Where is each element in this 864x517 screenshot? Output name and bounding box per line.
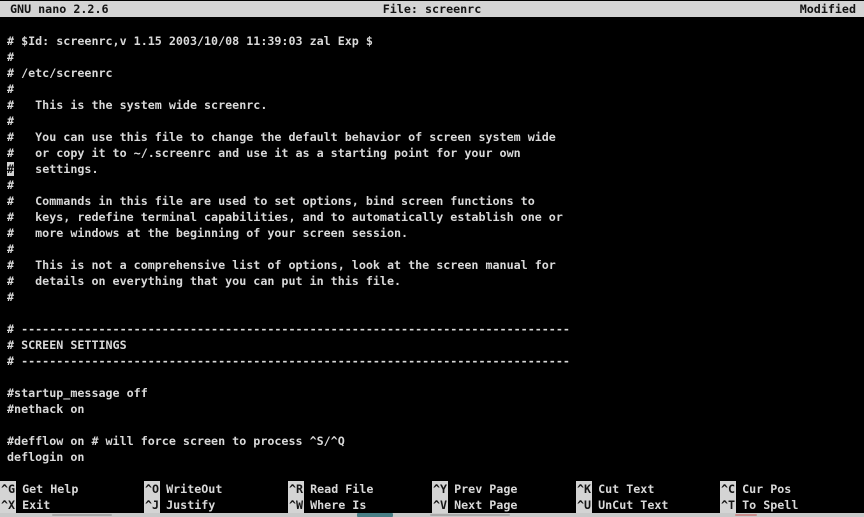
shortcut-label: WriteOut	[166, 482, 222, 496]
shortcut-key: ^O	[144, 481, 160, 497]
editor-line: #	[7, 81, 864, 97]
underlying-content-smudge	[430, 514, 510, 516]
shortcut-to-spell: ^T To Spell	[720, 497, 864, 513]
shortcut-writeout: ^O WriteOut	[144, 481, 288, 497]
shortcut-label: Where Is	[310, 498, 366, 512]
underlying-window-edge	[0, 513, 864, 517]
underlying-content-smudge	[735, 514, 757, 516]
editor-line	[7, 417, 864, 433]
editor-line: # You can use this file to change the de…	[7, 129, 864, 145]
shortcut-label: Cur Pos	[742, 482, 791, 496]
editor-line: # This is the system wide screenrc.	[7, 97, 864, 113]
editor-line: #	[7, 289, 864, 305]
editor-line: # /etc/screenrc	[7, 65, 864, 81]
editor-line: #defflow on # will force screen to proce…	[7, 433, 864, 449]
editor-line: # Commands in this file are used to set …	[7, 193, 864, 209]
terminal-window: GNU nano 2.2.6 File: screenrc Modified #…	[0, 0, 864, 517]
nano-titlebar: GNU nano 2.2.6 File: screenrc Modified	[0, 1, 864, 17]
shortcut-exit: ^X Exit	[0, 497, 144, 513]
editor-line-rest: settings.	[14, 162, 98, 176]
nano-shortcut-bar: ^G Get Help ^O WriteOut ^R Read File ^Y Prev…	[0, 481, 864, 513]
shortcut-uncut-text: ^U UnCut Text	[576, 497, 720, 513]
text-cursor: #	[7, 162, 14, 176]
shortcut-label: Exit	[22, 498, 50, 512]
shortcut-next-page: ^V Next Page	[432, 497, 576, 513]
editor-line: # This is not a comprehensive list of op…	[7, 257, 864, 273]
editor-line	[7, 369, 864, 385]
modified-status-badge: Modified	[800, 1, 856, 17]
editor-line: #	[7, 113, 864, 129]
shortcut-cur-pos: ^C Cur Pos	[720, 481, 864, 497]
shortcut-key: ^C	[720, 481, 736, 497]
shortcut-label: Next Page	[454, 498, 517, 512]
editor-line: #	[7, 241, 864, 257]
shortcut-where-is: ^W Where Is	[288, 497, 432, 513]
shortcut-get-help: ^G Get Help	[0, 481, 144, 497]
editor-line-with-cursor: # settings.	[7, 161, 864, 177]
editor-line-section-title: # SCREEN SETTINGS	[7, 337, 864, 353]
editor-line: # or copy it to ~/.screenrc and use it a…	[7, 145, 864, 161]
editor-status-line	[7, 465, 864, 481]
shortcut-label: Get Help	[22, 482, 78, 496]
shortcut-key: ^Y	[432, 481, 448, 497]
editor-text-area[interactable]: # $Id: screenrc,v 1.15 2003/10/08 11:39:…	[0, 33, 864, 481]
editor-line: # $Id: screenrc,v 1.15 2003/10/08 11:39:…	[7, 33, 864, 49]
editor-line: # keys, redefine terminal capabilities, …	[7, 209, 864, 225]
file-name-label: File: screenrc	[0, 1, 864, 17]
editor-line: # details on everything that you can put…	[7, 273, 864, 289]
shortcut-label: Read File	[310, 482, 373, 496]
shortcut-key: ^G	[0, 481, 16, 497]
shortcut-label: To Spell	[742, 498, 798, 512]
shortcut-label: Justify	[166, 498, 215, 512]
underlying-content-smudge	[357, 513, 393, 517]
editor-line: #startup_message off	[7, 385, 864, 401]
shortcut-key: ^J	[144, 497, 160, 513]
shortcut-label: Prev Page	[454, 482, 517, 496]
shortcut-key: ^T	[720, 497, 736, 513]
shortcut-justify: ^J Justify	[144, 497, 288, 513]
underlying-content-smudge	[52, 514, 112, 516]
editor-line: deflogin on	[7, 449, 864, 465]
shortcut-key: ^K	[576, 481, 592, 497]
shortcut-row-2: ^XExit ^JJustify ^WWhere Is ^VNext Page …	[0, 497, 864, 513]
editor-line: #nethack on	[7, 401, 864, 417]
shortcut-prev-page: ^Y Prev Page	[432, 481, 576, 497]
editor-line: #	[7, 177, 864, 193]
editor-line: # more windows at the beginning of your …	[7, 225, 864, 241]
shortcut-key: ^X	[0, 497, 16, 513]
shortcut-label: UnCut Text	[598, 498, 668, 512]
editor-line-divider: # --------------------------------------…	[7, 321, 864, 337]
editor-line	[7, 305, 864, 321]
shortcut-key: ^W	[288, 497, 304, 513]
shortcut-key: ^R	[288, 481, 304, 497]
editor-line-divider: # --------------------------------------…	[7, 353, 864, 369]
shortcut-key: ^V	[432, 497, 448, 513]
shortcut-read-file: ^R Read File	[288, 481, 432, 497]
shortcut-label: Cut Text	[598, 482, 654, 496]
shortcut-key: ^U	[576, 497, 592, 513]
shortcut-cut-text: ^K Cut Text	[576, 481, 720, 497]
editor-line: #	[7, 49, 864, 65]
shortcut-row-1: ^G Get Help ^O WriteOut ^R Read File ^Y Prev…	[0, 481, 864, 497]
